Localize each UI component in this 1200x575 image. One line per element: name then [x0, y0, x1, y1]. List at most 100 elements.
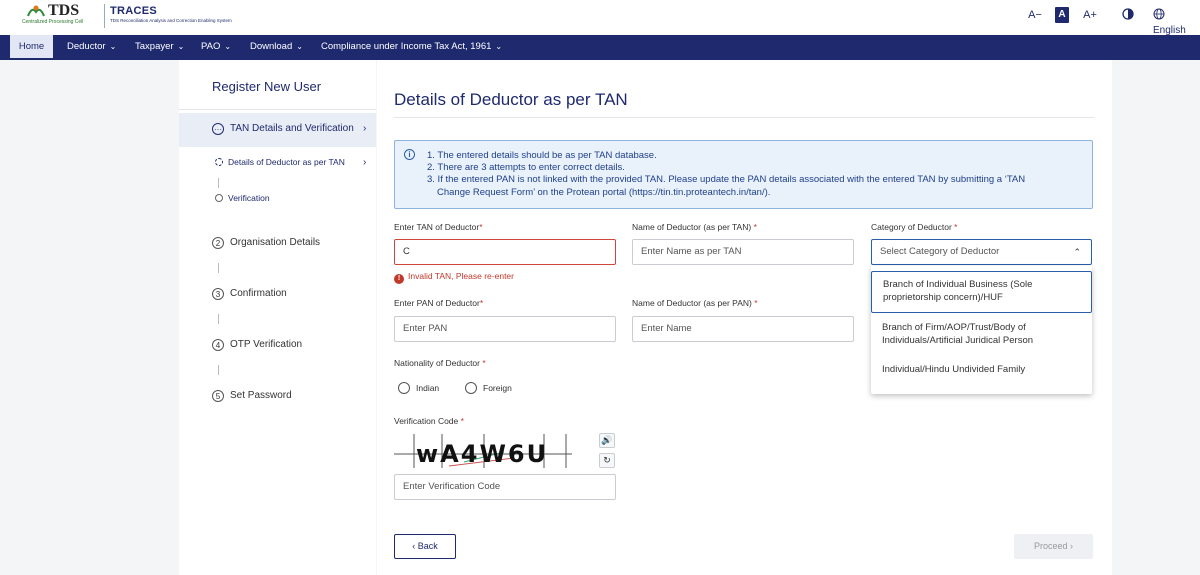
required-mark: *	[753, 222, 757, 232]
chevron-down-icon: ⌄	[495, 42, 503, 51]
category-label-text: Category of Deductor	[871, 222, 952, 232]
required-mark: *	[479, 298, 484, 308]
step-label: Organisation Details	[230, 237, 321, 248]
nationality-foreign-radio[interactable]: Foreign	[465, 382, 512, 394]
nav-home[interactable]: Home	[10, 35, 53, 60]
name-pan-input[interactable]: Enter Name	[632, 316, 854, 342]
pan-label-text: Enter PAN of Deductor	[394, 298, 480, 308]
audio-captcha-icon[interactable]: 🔊	[599, 433, 615, 448]
substep-label: Verification	[228, 193, 270, 203]
info-notice-text: 1. The entered details should be as per …	[427, 150, 1087, 199]
required-mark: *	[754, 298, 758, 308]
font-normal-button[interactable]: A	[1055, 7, 1069, 23]
name-tan-label: Name of Deductor (as per TAN) *	[632, 222, 757, 232]
chevron-up-icon: ⌃	[1073, 247, 1081, 257]
substep-details-deductor[interactable]: Details of Deductor as per TAN	[215, 157, 345, 167]
info-line: 2. There are 3 attempts to enter correct…	[427, 162, 625, 174]
category-option[interactable]: Branch of Firm/AOP/Trust/Body of Individ…	[871, 322, 1092, 347]
step-connector	[218, 178, 219, 188]
nationality-indian-radio[interactable]: Indian	[398, 382, 439, 394]
nationality-label-text: Nationality of Deductor	[394, 358, 480, 368]
category-select-placeholder: Select Category of Deductor	[880, 246, 1000, 257]
step-label: Confirmation	[230, 288, 287, 299]
step-otp-verification[interactable]: 4 OTP Verification	[212, 339, 302, 351]
back-button-label: Back	[417, 541, 438, 551]
nav-deductor[interactable]: Deductor ⌄	[67, 35, 116, 60]
info-line: 3. If the entered PAN is not linked with…	[427, 174, 1026, 186]
nav-pao[interactable]: PAO ⌄	[201, 35, 231, 60]
nav-taxpayer-label: Taxpayer	[135, 41, 174, 52]
verification-label-text: Verification Code	[394, 416, 459, 426]
step-set-password[interactable]: 5 Set Password	[212, 390, 292, 402]
radio-circle-icon	[398, 382, 410, 394]
font-increase-button[interactable]: A+	[1081, 7, 1099, 23]
step-label: OTP Verification	[230, 339, 303, 350]
chevron-down-icon: ⌄	[224, 42, 232, 51]
nav-download-label: Download	[250, 41, 293, 52]
captcha-text: wA4W6U	[416, 440, 548, 468]
back-button[interactable]: ‹ Back	[394, 534, 456, 559]
step-confirmation[interactable]: 3 Confirmation	[212, 288, 287, 300]
pending-circle-icon	[215, 194, 223, 202]
logo-divider	[104, 4, 105, 28]
step-number: 2	[212, 237, 224, 249]
error-icon: !	[394, 274, 404, 284]
step-connector	[218, 314, 219, 324]
name-pan-label: Name of Deductor (as per PAN) *	[632, 298, 758, 308]
tan-error-message: ! Invalid TAN, Please re-enter	[394, 271, 514, 284]
font-decrease-button[interactable]: A−	[1026, 7, 1044, 23]
info-notice: i 1. The entered details should be as pe…	[394, 140, 1093, 209]
nav-download[interactable]: Download ⌄	[250, 35, 303, 60]
refresh-captcha-icon[interactable]: ↻	[599, 453, 615, 468]
brand-title: TRACES	[110, 5, 158, 17]
category-option[interactable]: Branch of Individual Business (Sole prop…	[871, 271, 1092, 313]
tan-error-text: Invalid TAN, Please re-enter	[408, 271, 514, 281]
info-line: Change Request Form’ on the Protean port…	[437, 186, 771, 198]
registration-steps-sidebar: Register New User ··· TAN Details and Ver…	[179, 60, 376, 575]
proceed-button[interactable]: Proceed ›	[1014, 534, 1093, 559]
chevron-down-icon: ⌄	[177, 42, 185, 51]
pan-label: Enter PAN of Deductor*	[394, 298, 483, 308]
nav-compliance[interactable]: Compliance under Income Tax Act, 1961 ⌄	[321, 35, 502, 60]
top-header: TDS Centralized Processing Cell TRACES T…	[0, 0, 1200, 36]
step-organisation-details[interactable]: 2 Organisation Details	[212, 237, 320, 249]
radio-label: Foreign	[483, 383, 512, 393]
step-tan-details[interactable]: ··· TAN Details and Verification	[212, 123, 354, 135]
nav-deductor-label: Deductor	[67, 41, 106, 52]
name-tan-input[interactable]: Enter Name as per TAN	[632, 239, 854, 265]
nav-taxpayer[interactable]: Taxpayer ⌄	[135, 35, 184, 60]
nationality-label: Nationality of Deductor *	[394, 358, 486, 368]
title-divider	[394, 117, 1094, 118]
chevron-down-icon: ⌄	[296, 42, 303, 51]
step-number: 5	[212, 390, 224, 402]
category-select[interactable]: Select Category of Deductor ⌃	[871, 239, 1092, 265]
captcha-graphic: wA4W6U	[394, 434, 572, 468]
chevron-right-icon: ›	[363, 123, 367, 134]
name-pan-label-text: Name of Deductor (as per PAN)	[632, 298, 752, 308]
required-mark: *	[460, 416, 464, 426]
step-number: 3	[212, 288, 224, 300]
substep-verification[interactable]: Verification	[215, 193, 270, 203]
chevron-right-icon: ›	[363, 157, 367, 168]
in-progress-icon: ···	[212, 123, 224, 135]
option-line: Individuals/Artificial Juridical Person	[882, 334, 1034, 346]
logo-text: TDS	[48, 2, 80, 19]
option-line: proprietorship concern)/HUF	[883, 291, 1003, 303]
page-title: Details of Deductor as per TAN	[394, 90, 628, 109]
tds-logo[interactable]: TDS Centralized Processing Cell	[22, 2, 108, 32]
chevron-down-icon: ⌄	[109, 42, 117, 51]
category-label: Category of Deductor *	[871, 222, 957, 232]
tan-label: Enter TAN of Deductor*	[394, 222, 483, 232]
info-line: 1. The entered details should be as per …	[427, 150, 657, 161]
category-dropdown-menu: Branch of Individual Business (Sole prop…	[871, 266, 1092, 394]
contrast-toggle-icon[interactable]	[1120, 7, 1136, 23]
verification-code-input[interactable]: Enter Verification Code	[394, 474, 616, 500]
tds-logo-mark-icon	[27, 5, 45, 17]
step-number: 4	[212, 339, 224, 351]
pan-input[interactable]: Enter PAN	[394, 316, 616, 342]
sidebar-divider	[179, 109, 376, 110]
refresh-progress-icon	[215, 158, 223, 166]
tan-input[interactable]: C	[394, 239, 616, 265]
category-option[interactable]: Individual/Hindu Undivided Family	[871, 364, 1092, 377]
required-mark: *	[954, 222, 958, 232]
